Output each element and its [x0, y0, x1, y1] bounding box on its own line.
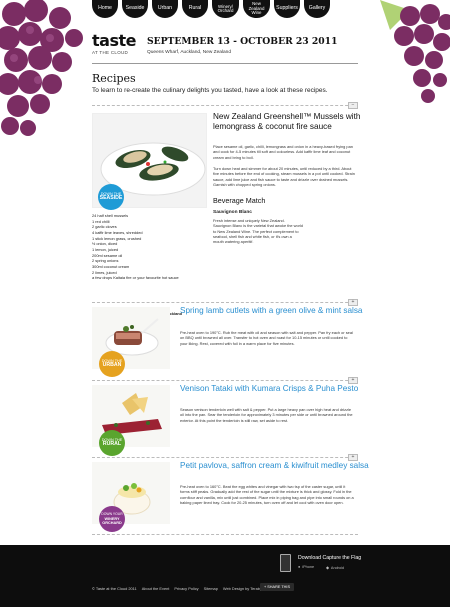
- beverage-description: Fresh intense and uniquely New Zealand. …: [213, 218, 303, 245]
- site-header: taste AT THE CLOUD SEPTEMBER 13 - OCTOBE…: [92, 33, 358, 64]
- nav-home[interactable]: Home: [92, 0, 118, 18]
- apple-icon: ●: [298, 565, 301, 569]
- collapse-toggle-icon[interactable]: −: [348, 102, 358, 109]
- site-logo[interactable]: taste AT THE CLOUD: [92, 31, 137, 56]
- expand-toggle-icon[interactable]: +: [348, 377, 358, 384]
- badge-big-text: SEASIDE: [99, 195, 123, 202]
- beverage-name: Sauvignon Blanc: [213, 210, 252, 215]
- nav-seaside[interactable]: Seaside: [122, 0, 148, 18]
- featured-method-1: Place sesame oil, garlic, chilli, lemong…: [213, 144, 353, 160]
- page-title: Recipes: [92, 72, 136, 85]
- recipe-title[interactable]: Venison Tataki with Kumara Crisps & Puha…: [180, 384, 370, 394]
- winery-orchard-badge: DOWN YOUR WINERY ORCHARD: [99, 506, 125, 532]
- logo-wordmark: taste: [92, 31, 136, 50]
- download-app-title: Download Capture the Flag: [298, 555, 362, 561]
- footer-link-privacy[interactable]: Privacy Policy: [174, 586, 198, 591]
- event-venue: Queens Wharf, Auckland, New Zealand: [147, 50, 231, 55]
- iphone-label: iPhone: [302, 565, 315, 569]
- badge-big-text: RURAL: [102, 441, 122, 448]
- recipe-title[interactable]: Petit pavlova, saffron cream & kiwifruit…: [180, 461, 370, 471]
- featured-recipe-title: New Zealand Greenshell™ Mussels with lem…: [213, 112, 361, 132]
- footer-links: © Taste at the Cloud 2011 About the Even…: [92, 586, 265, 591]
- divider: [92, 457, 358, 458]
- seaside-badge: DOWN THE SEASIDE: [98, 184, 124, 210]
- recipe-method: Pre-heat oven to 190°C. Rub the meat wit…: [180, 330, 353, 346]
- badge-big-text: URBAN: [102, 362, 122, 369]
- phone-icon: [280, 554, 291, 572]
- share-button[interactable]: + SHARE THIS: [260, 583, 294, 591]
- nav-rural[interactable]: Rural: [182, 0, 208, 18]
- divider: [92, 302, 358, 303]
- android-label: Android: [330, 565, 345, 570]
- android-download-link[interactable]: ◆ Android: [326, 565, 345, 571]
- nav-gallery[interactable]: Gallery: [304, 0, 330, 18]
- footer-link-about[interactable]: About the Event: [142, 586, 170, 591]
- recipe-method: Season venison tenderloin well with salt…: [180, 407, 353, 423]
- rural-badge: DOWN THE RURAL: [99, 430, 125, 456]
- ingredient-item: a few drops Kaitaia fire or your favouri…: [92, 275, 179, 281]
- copyright-text: © Taste at the Cloud 2011: [92, 586, 137, 591]
- divider: [92, 105, 358, 106]
- divider: [92, 534, 358, 535]
- nav-nz-wine[interactable]: New Zealand Wine: [243, 0, 270, 18]
- event-dates: SEPTEMBER 13 - OCTOBER 23 2011: [147, 36, 338, 47]
- nav-winery-orchard[interactable]: Winery/ Orchard: [212, 0, 239, 18]
- logo-tagline: AT THE CLOUD: [92, 50, 129, 55]
- main-nav: Home Seaside Urban Rural Winery/ Orchard…: [92, 0, 330, 18]
- expand-toggle-icon[interactable]: +: [348, 454, 358, 461]
- nav-urban[interactable]: Urban: [152, 0, 178, 18]
- beverage-match-title: Beverage Match: [213, 196, 266, 205]
- footer-link-sitemap[interactable]: Sitemap: [204, 586, 218, 591]
- nav-suppliers[interactable]: Suppliers: [274, 0, 300, 18]
- featured-method-2: Turn down heat and simmer for about 20 m…: [213, 166, 355, 187]
- footer-link-web-design[interactable]: Web Design by Terabyte: [223, 586, 265, 591]
- recipe-title[interactable]: Spring lamb cutlets with a green olive &…: [180, 306, 370, 316]
- expand-toggle-icon[interactable]: +: [348, 299, 358, 306]
- grapes-right-decoration: [380, 0, 450, 103]
- urban-badge: DOWN THE URBAN: [99, 351, 125, 377]
- iphone-download-link[interactable]: ● iPhone: [298, 565, 314, 569]
- ingredients-list: 24 half shell mussels 1 red chilli 2 gar…: [92, 213, 212, 281]
- android-icon: ◆: [326, 566, 329, 570]
- badge-big-text: WINERY ORCHARD: [102, 516, 122, 525]
- divider: [92, 380, 358, 381]
- site-footer: Download Capture the Flag ● iPhone ◆ And…: [0, 545, 450, 607]
- page-intro: To learn to re-create the culinary delig…: [92, 87, 328, 94]
- recipe-method: Pre-heat oven to 160°C. Beat the egg whi…: [180, 484, 354, 505]
- grapes-left-decoration: [0, 0, 83, 136]
